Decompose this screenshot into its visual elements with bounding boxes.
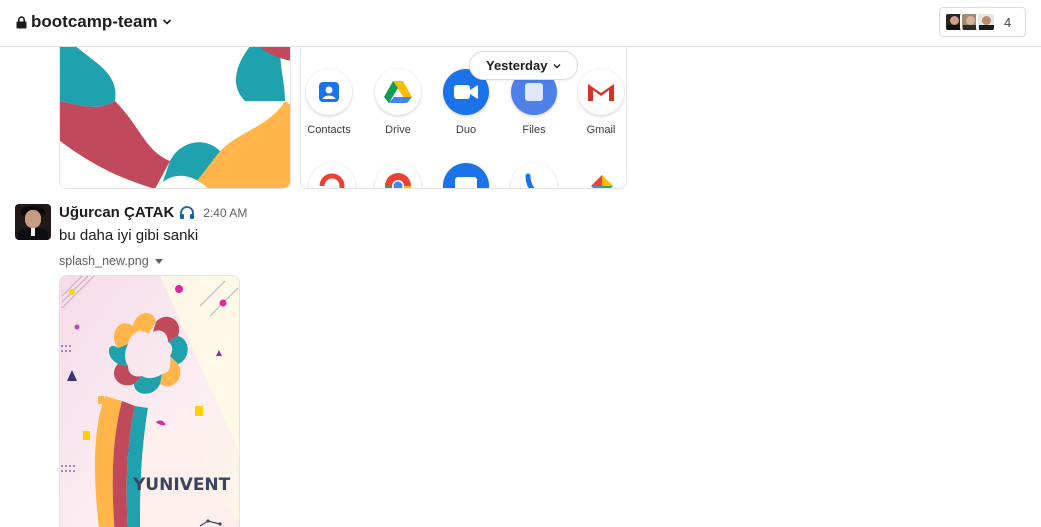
files-icon bbox=[525, 83, 543, 101]
logo-image-attachment[interactable] bbox=[59, 30, 291, 189]
photos-icon bbox=[579, 163, 625, 188]
splash-image-attachment[interactable]: YUNIVENT bbox=[59, 275, 240, 527]
date-divider-button[interactable]: Yesterday bbox=[469, 51, 579, 80]
member-count: 4 bbox=[1004, 14, 1012, 30]
messages-icon bbox=[443, 163, 489, 188]
duo-icon bbox=[454, 85, 478, 99]
message-header: Uğurcan ÇATAK 2:40 AM bbox=[59, 204, 247, 221]
splash-brand-text: YUNIVENT bbox=[132, 475, 231, 495]
member-avatar bbox=[976, 12, 996, 32]
app-contacts: Contacts bbox=[301, 69, 359, 136]
phone-icon bbox=[511, 163, 557, 188]
app-gmail: Gmail bbox=[571, 69, 626, 136]
caret-down-icon bbox=[154, 258, 163, 264]
google-app-icon bbox=[309, 163, 355, 188]
logo-image bbox=[60, 31, 290, 188]
apps-screenshot-attachment[interactable]: Contacts Drive Duo Files Gmail bbox=[300, 47, 627, 189]
channel-header: bootcamp-team 4 bbox=[0, 0, 1041, 47]
author-avatar[interactable] bbox=[15, 204, 51, 240]
app-drive: Drive bbox=[368, 69, 428, 136]
message-text: bu daha iyi gibi sanki bbox=[59, 227, 199, 244]
app-label: Duo bbox=[455, 124, 477, 136]
file-name-label: splash_new.png bbox=[59, 254, 149, 268]
chrome-icon bbox=[375, 163, 421, 188]
members-button[interactable]: 4 bbox=[939, 7, 1026, 37]
attachment-file-name[interactable]: splash_new.png bbox=[59, 254, 163, 268]
app-label: Gmail bbox=[586, 124, 616, 136]
channel-title-button[interactable]: bootcamp-team bbox=[16, 12, 172, 32]
date-divider-label: Yesterday bbox=[486, 58, 548, 73]
channel-name: bootcamp-team bbox=[31, 12, 158, 31]
contacts-icon bbox=[319, 82, 339, 102]
chevron-down-icon bbox=[162, 19, 171, 25]
drive-icon bbox=[384, 81, 412, 103]
headphones-icon bbox=[180, 206, 195, 219]
app-label: Files bbox=[522, 124, 546, 136]
lock-icon bbox=[16, 15, 27, 28]
gmail-icon bbox=[588, 84, 614, 101]
chevron-down-icon bbox=[553, 63, 561, 68]
app-label: Contacts bbox=[307, 124, 351, 136]
splash-image: YUNIVENT bbox=[60, 276, 239, 527]
message-timestamp[interactable]: 2:40 AM bbox=[203, 206, 247, 220]
author-name[interactable]: Uğurcan ÇATAK bbox=[59, 204, 174, 221]
app-label: Drive bbox=[385, 124, 411, 136]
